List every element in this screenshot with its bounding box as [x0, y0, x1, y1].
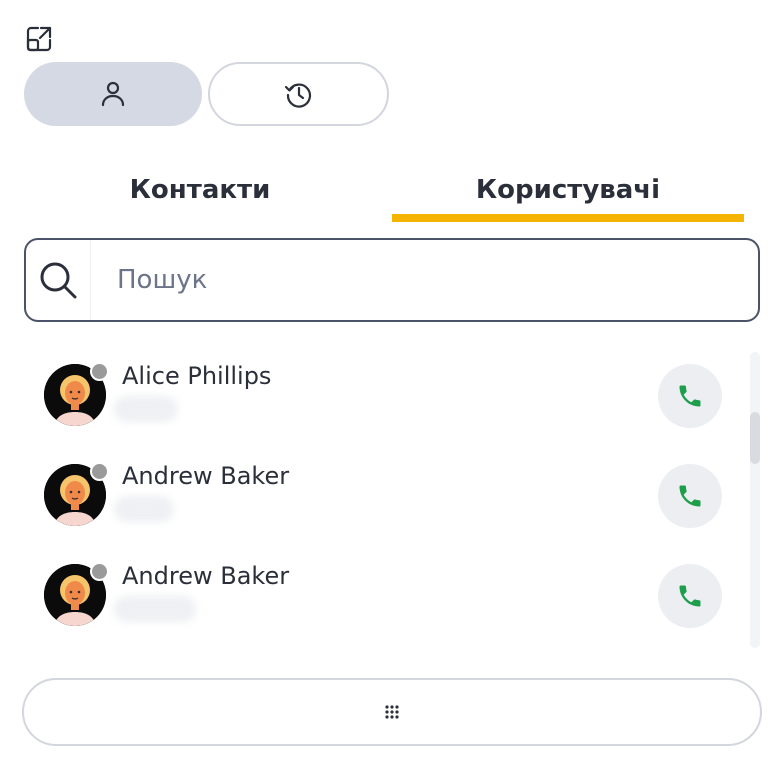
user-list: Alice Phillips Andrew Baker Andrew Baker [24, 344, 736, 654]
status-indicator [90, 462, 109, 481]
call-button[interactable] [658, 364, 722, 428]
call-button[interactable] [658, 464, 722, 528]
expand-window-button[interactable] [24, 24, 54, 54]
contact-name: Andrew Baker [122, 562, 290, 590]
search-input[interactable] [115, 264, 719, 296]
scrollbar-thumb[interactable] [750, 412, 760, 464]
blurred-subtitle [114, 496, 174, 522]
list-scrollbar[interactable] [750, 352, 760, 648]
active-tab-indicator [392, 214, 744, 222]
tab-users[interactable]: Користувачі [392, 160, 744, 220]
tab-contacts[interactable]: Контакти [24, 160, 376, 220]
contact-name: Andrew Baker [122, 462, 290, 490]
search-icon [40, 262, 77, 299]
contact-name: Alice Phillips [122, 362, 272, 390]
list-item[interactable]: Andrew Baker [24, 544, 736, 644]
dialpad-button[interactable] [22, 678, 762, 746]
dialpad-icon [385, 705, 399, 719]
blurred-subtitle [114, 596, 196, 622]
phone-icon [679, 485, 701, 507]
list-item[interactable]: Andrew Baker [24, 444, 736, 544]
contacts-mode-button[interactable] [24, 62, 202, 126]
status-indicator [90, 562, 109, 581]
status-indicator [90, 362, 109, 381]
search-icon-container[interactable] [26, 240, 91, 320]
search-box [24, 238, 760, 322]
history-icon [284, 83, 311, 108]
person-icon [101, 81, 125, 107]
tab-contacts-label: Контакти [129, 175, 271, 205]
expand-window-icon [26, 26, 52, 52]
blurred-subtitle [114, 396, 178, 422]
phone-icon [679, 385, 701, 407]
call-button[interactable] [658, 564, 722, 628]
phone-icon [679, 585, 701, 607]
tab-users-label: Користувачі [475, 175, 661, 205]
list-item[interactable]: Alice Phillips [24, 344, 736, 444]
history-mode-button[interactable] [208, 62, 389, 126]
